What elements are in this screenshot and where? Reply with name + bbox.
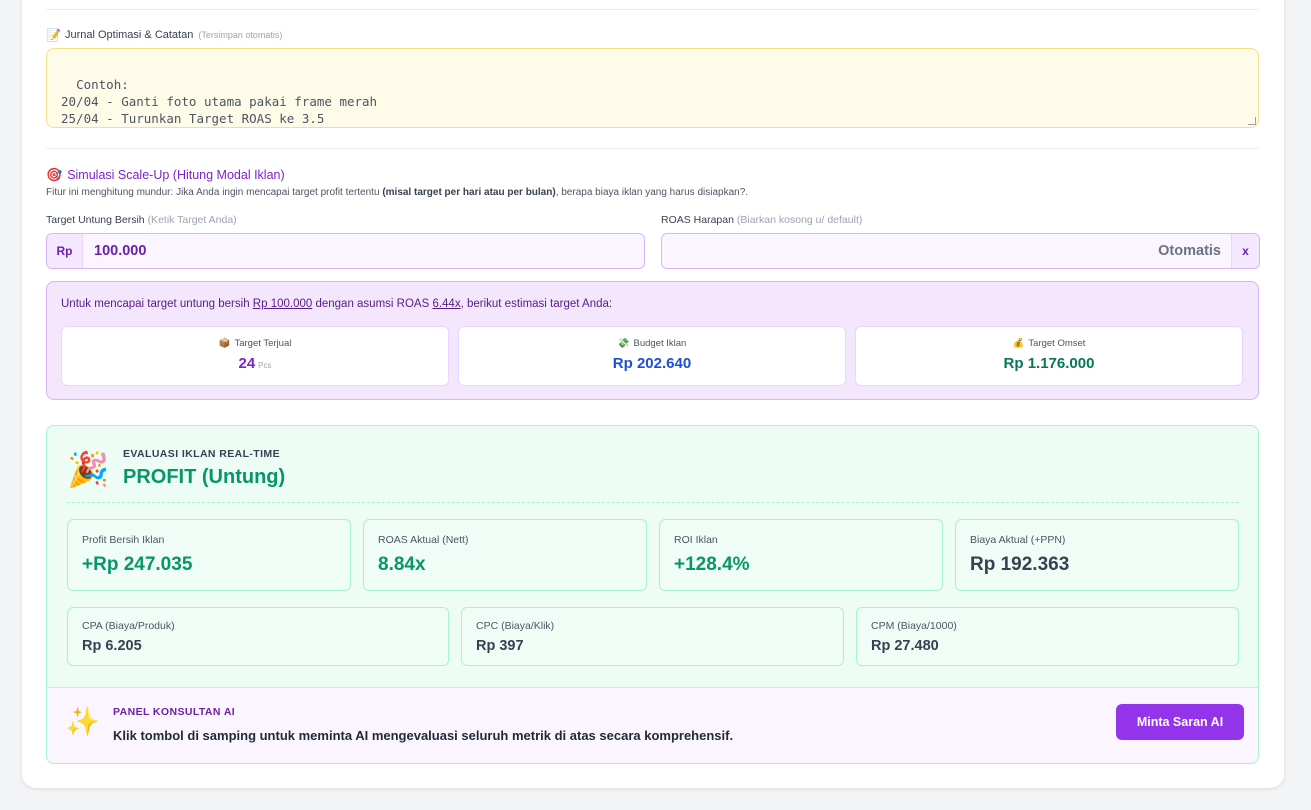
memo-icon: 📝 [46,28,61,42]
estimate-panel: Untuk mencapai target untung bersih Rp 1… [46,281,1259,400]
roas-input[interactable]: Otomatis x [661,233,1260,269]
evaluation-kicker: EVALUASI IKLAN REAL-TIME [123,448,280,460]
metric-card-roas: ROAS Aktual (Nett) 8.84x [363,519,647,591]
target-sold-card: 📦 Target Terjual 24 Pcs [61,326,449,386]
money-bag-icon: 💰 [1012,338,1025,349]
evaluation-panel: 🎉 EVALUASI IKLAN REAL-TIME PROFIT (Untun… [46,425,1259,764]
ai-panel-text: Klik tombol di samping untuk meminta AI … [113,728,734,743]
clear-roas-button[interactable]: x [1231,234,1259,268]
ad-budget-card: 💸 Budget Iklan Rp 202.640 [458,326,846,386]
simulation-description: Fitur ini menghitung mundur: Jika Anda i… [46,187,749,198]
money-icon: 💸 [617,338,630,349]
divider [67,502,1239,503]
metric-card-profit: Profit Bersih Iklan +Rp 247.035 [67,519,351,591]
simulation-title: 🎯 Simulasi Scale-Up (Hitung Modal Iklan) [46,166,285,182]
estimate-summary: Untuk mencapai target untung bersih Rp 1… [61,298,613,310]
target-profit-label: Target Untung Bersih (Ketik Target Anda) [46,214,237,226]
ai-consultant-panel: ✨ PANEL KONSULTAN AI Klik tombol di samp… [47,687,1258,763]
target-profit-input[interactable]: Rp 100.000 [46,233,645,269]
divider [46,9,1259,10]
evaluation-status: PROFIT (Untung) [123,466,286,488]
roas-label: ROAS Harapan (Biarkan kosong u/ default) [661,214,863,226]
target-icon: 🎯 [46,166,63,182]
target-revenue-card: 💰 Target Omset Rp 1.176.000 [855,326,1243,386]
metric-card-cost: Biaya Aktual (+PPN) Rp 192.363 [955,519,1239,591]
sparkles-icon: ✨ [65,706,100,737]
journal-label: 📝 Jurnal Optimasi & Catatan (Tersimpan o… [46,28,283,42]
metric-card-cpm: CPM (Biaya/1000) Rp 27.480 [856,607,1239,666]
roas-placeholder[interactable]: Otomatis [662,243,1231,259]
metric-card-roi: ROI Iklan +128.4% [659,519,943,591]
package-icon: 📦 [218,338,231,349]
resize-handle[interactable] [1248,117,1256,125]
currency-prefix: Rp [47,234,83,268]
target-profit-value[interactable]: 100.000 [83,243,146,259]
metric-card-cpc: CPC (Biaya/Klik) Rp 397 [461,607,844,666]
ai-panel-kicker: PANEL KONSULTAN AI [113,706,236,718]
journal-textarea[interactable]: Contoh: 20/04 - Ganti foto utama pakai f… [46,48,1259,128]
divider [46,148,1259,149]
party-popper-icon: 🎉 [67,451,110,489]
metric-card-cpa: CPA (Biaya/Produk) Rp 6.205 [67,607,449,666]
ask-ai-button[interactable]: Minta Saran AI [1116,704,1244,740]
